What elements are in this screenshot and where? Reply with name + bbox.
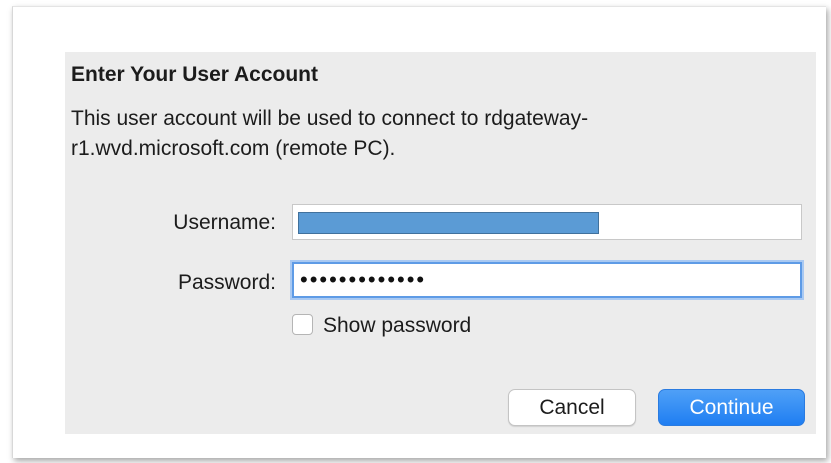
username-label: Username: (173, 211, 276, 234)
password-label: Password: (177, 271, 276, 294)
show-password-checkbox[interactable] (292, 314, 313, 335)
username-input[interactable] (292, 204, 802, 240)
password-input[interactable]: ••••••••••••• (292, 262, 802, 298)
cancel-button[interactable]: Cancel (508, 389, 636, 426)
dialog-title: Enter Your User Account (71, 63, 318, 86)
username-redaction (298, 212, 599, 234)
password-mask: ••••••••••••• (300, 267, 427, 292)
continue-button[interactable]: Continue (658, 389, 805, 426)
user-account-dialog: Enter Your User Account This user accoun… (65, 52, 816, 434)
dialog-message: This user account will be used to connec… (71, 107, 589, 160)
screenshot-frame: Enter Your User Account This user accoun… (12, 6, 826, 458)
show-password-label[interactable]: Show password (323, 314, 471, 338)
